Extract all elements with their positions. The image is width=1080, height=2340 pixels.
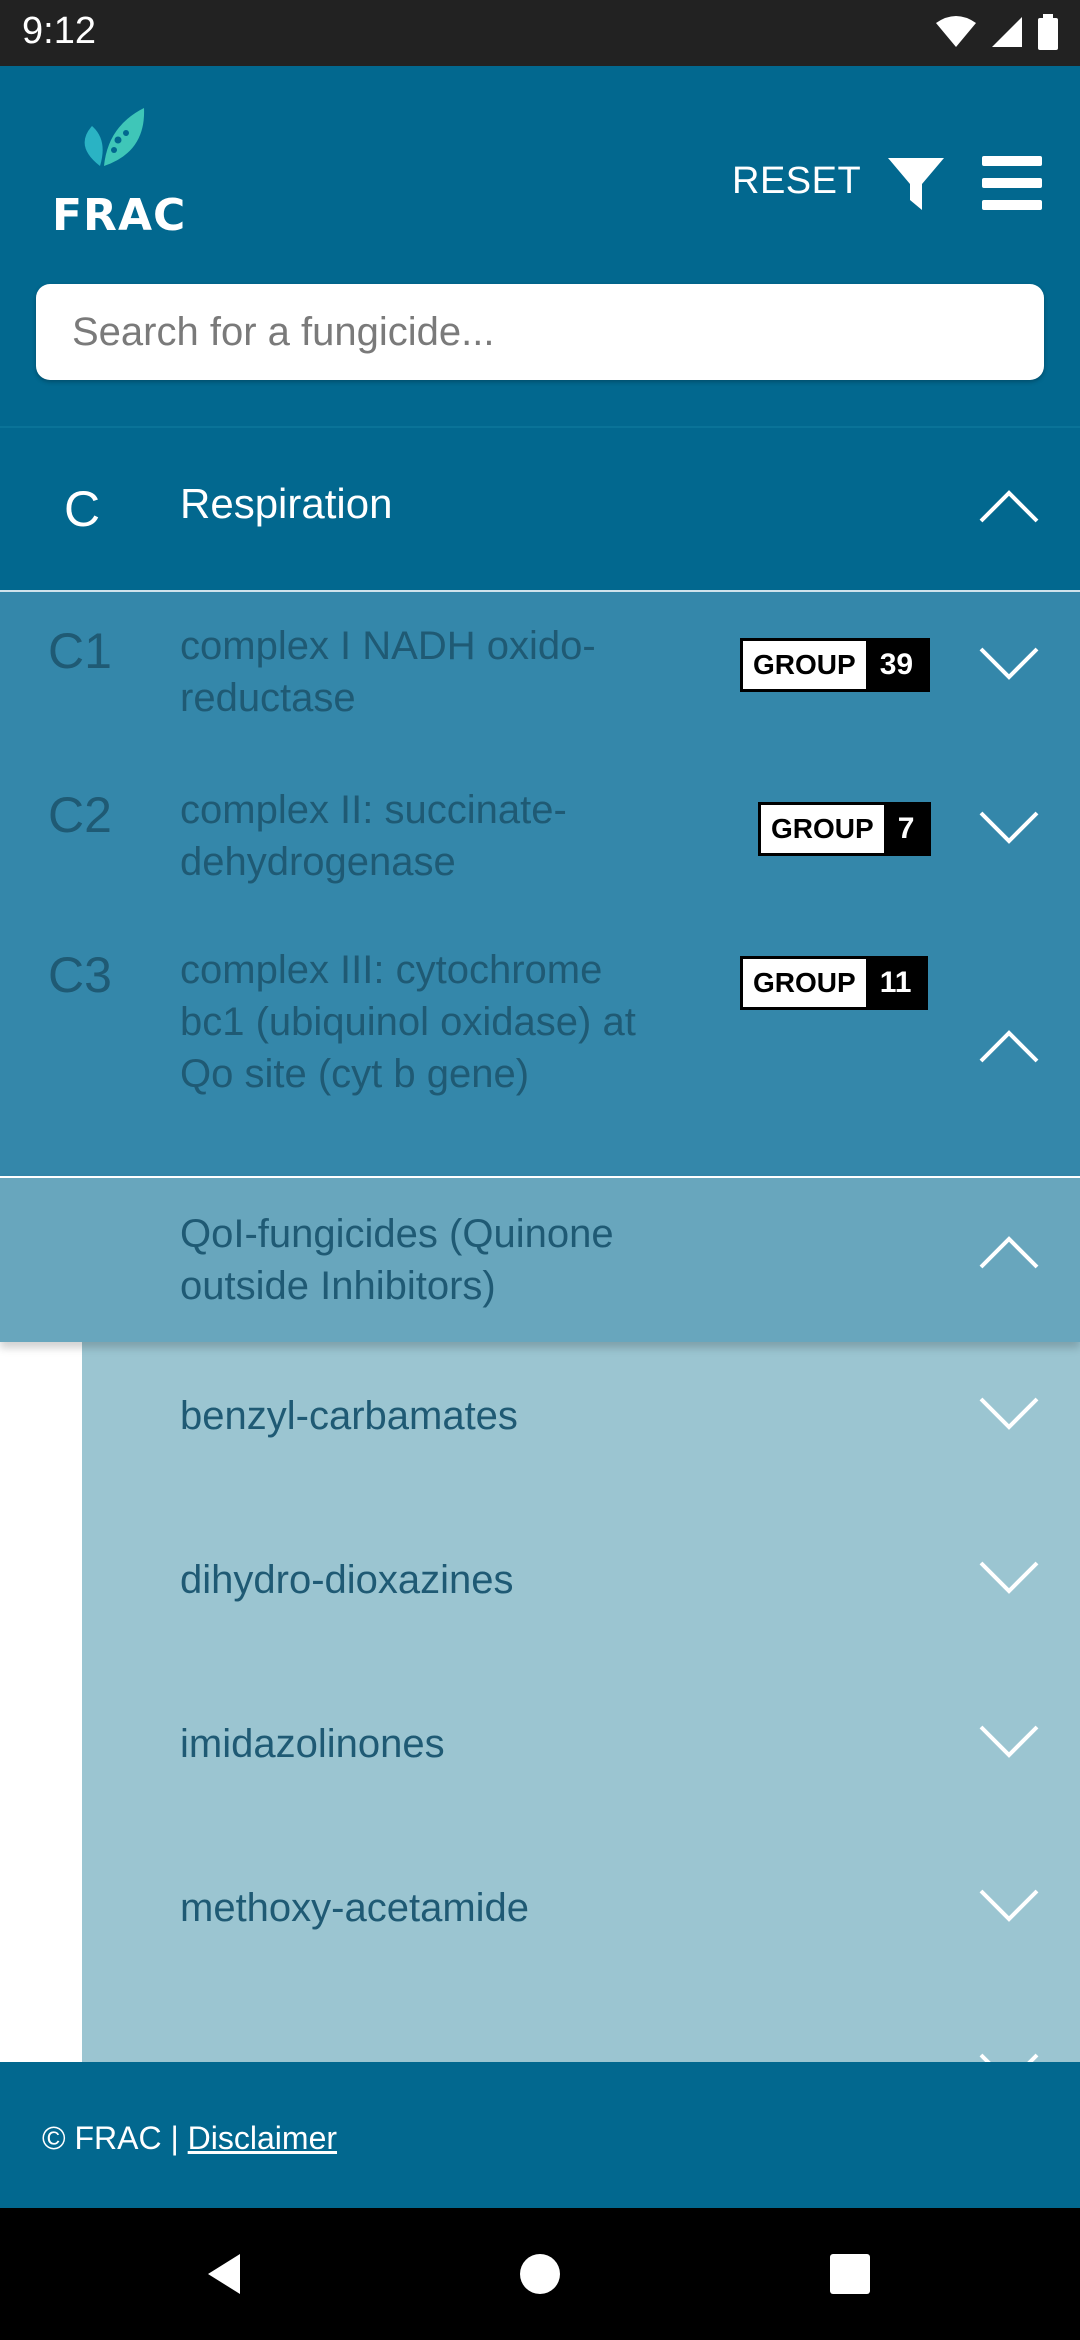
list-item-partial[interactable]	[82, 1998, 1080, 2062]
list-item[interactable]: dihydro-dioxazines	[82, 1506, 1080, 1670]
list-item[interactable]: methoxy-acetamide	[82, 1834, 1080, 1998]
subgroup-label: complex I NADH oxido-reductase	[180, 624, 596, 720]
signal-icon	[992, 17, 1022, 47]
chevron-up-icon[interactable]	[978, 1234, 1040, 1270]
group-badge-number: 7	[883, 805, 929, 853]
chemical-group-label: benzyl-carbamates	[180, 1394, 518, 1438]
chemical-group-list: benzyl-carbamates dihydro-dioxazines imi…	[82, 1342, 1080, 2062]
menu-icon[interactable]	[982, 156, 1042, 210]
chevron-down-icon[interactable]	[978, 1396, 1040, 1432]
chevron-down-icon[interactable]	[978, 1888, 1040, 1924]
subgroup-code: C2	[48, 787, 112, 843]
subgroup-row-c3[interactable]: C3 complex III: cytochrome bc1 (ubiquino…	[0, 920, 1080, 1178]
group-badge: GROUP 7	[758, 802, 932, 856]
status-bar: 9:12	[0, 0, 1080, 66]
battery-icon	[1038, 14, 1058, 50]
status-icons	[936, 14, 1058, 50]
reset-button[interactable]: RESET	[732, 160, 861, 203]
leaf-logo-icon	[84, 108, 145, 166]
filter-icon[interactable]	[888, 154, 944, 214]
subgroup-label: complex II: succinate-dehydrogenase	[180, 788, 567, 884]
chevron-down-icon[interactable]	[978, 1560, 1040, 1596]
back-icon[interactable]	[196, 2244, 256, 2304]
home-icon[interactable]	[510, 2244, 570, 2304]
group-badge: GROUP 39	[740, 638, 931, 692]
subgroup-code: C3	[48, 947, 112, 1003]
subgroup-row-c1[interactable]: C1 complex I NADH oxido-reductase GROUP …	[0, 592, 1080, 756]
system-nav-bar	[0, 2208, 1080, 2340]
logo-text: FRAC	[52, 190, 187, 241]
subgroup-row-c2[interactable]: C2 complex II: succinate-dehydrogenase G…	[0, 756, 1080, 920]
group-badge-label: GROUP	[743, 641, 866, 689]
chemical-group-label: methoxy-acetamide	[180, 1886, 530, 1930]
search-input[interactable]	[36, 284, 1044, 380]
subgroup-panel: C1 complex I NADH oxido-reductase GROUP …	[0, 590, 1080, 1176]
group-badge-label: GROUP	[743, 959, 866, 1007]
app-header: FRAC RESET	[0, 66, 1080, 426]
group-badge-number: 11	[865, 959, 926, 1007]
footer-text: © FRAC | Disclaimer	[42, 2120, 337, 2157]
subgroup-label: complex III: cytochrome bc1 (ubiquinol o…	[180, 948, 636, 1096]
group-badge-label: GROUP	[761, 805, 884, 853]
category-row-respiration[interactable]: C Respiration	[0, 426, 1080, 590]
footer: © FRAC | Disclaimer	[0, 2062, 1080, 2208]
subgroup-code: C1	[48, 623, 112, 679]
disclaimer-link[interactable]: Disclaimer	[188, 2120, 337, 2156]
copyright-text: © FRAC |	[42, 2120, 188, 2156]
status-time: 9:12	[22, 10, 96, 52]
chevron-down-icon[interactable]	[978, 2052, 1040, 2062]
wifi-icon	[936, 16, 976, 47]
group-badge-number: 39	[865, 641, 928, 689]
chevron-up-icon[interactable]	[978, 488, 1040, 524]
category-code: C	[64, 481, 101, 537]
chevron-down-icon[interactable]	[978, 810, 1040, 846]
category-label: Respiration	[180, 480, 393, 527]
chevron-down-icon[interactable]	[978, 646, 1040, 682]
chemical-group-label: dihydro-dioxazines	[180, 1558, 514, 1602]
chemical-group-label: imidazolinones	[180, 1722, 445, 1766]
qoi-fungicides-row[interactable]: QoI-fungicides (Quinone outside Inhibito…	[0, 1176, 1080, 1342]
list-item[interactable]: benzyl-carbamates	[82, 1342, 1080, 1506]
recents-icon[interactable]	[820, 2244, 880, 2304]
chevron-down-icon[interactable]	[978, 1724, 1040, 1760]
chevron-up-icon[interactable]	[978, 1028, 1040, 1064]
list-item[interactable]: imidazolinones	[82, 1670, 1080, 1834]
frac-logo[interactable]: FRAC	[48, 106, 185, 241]
qoi-label: QoI-fungicides (Quinone outside Inhibito…	[180, 1212, 614, 1308]
group-badge: GROUP 11	[740, 956, 929, 1010]
